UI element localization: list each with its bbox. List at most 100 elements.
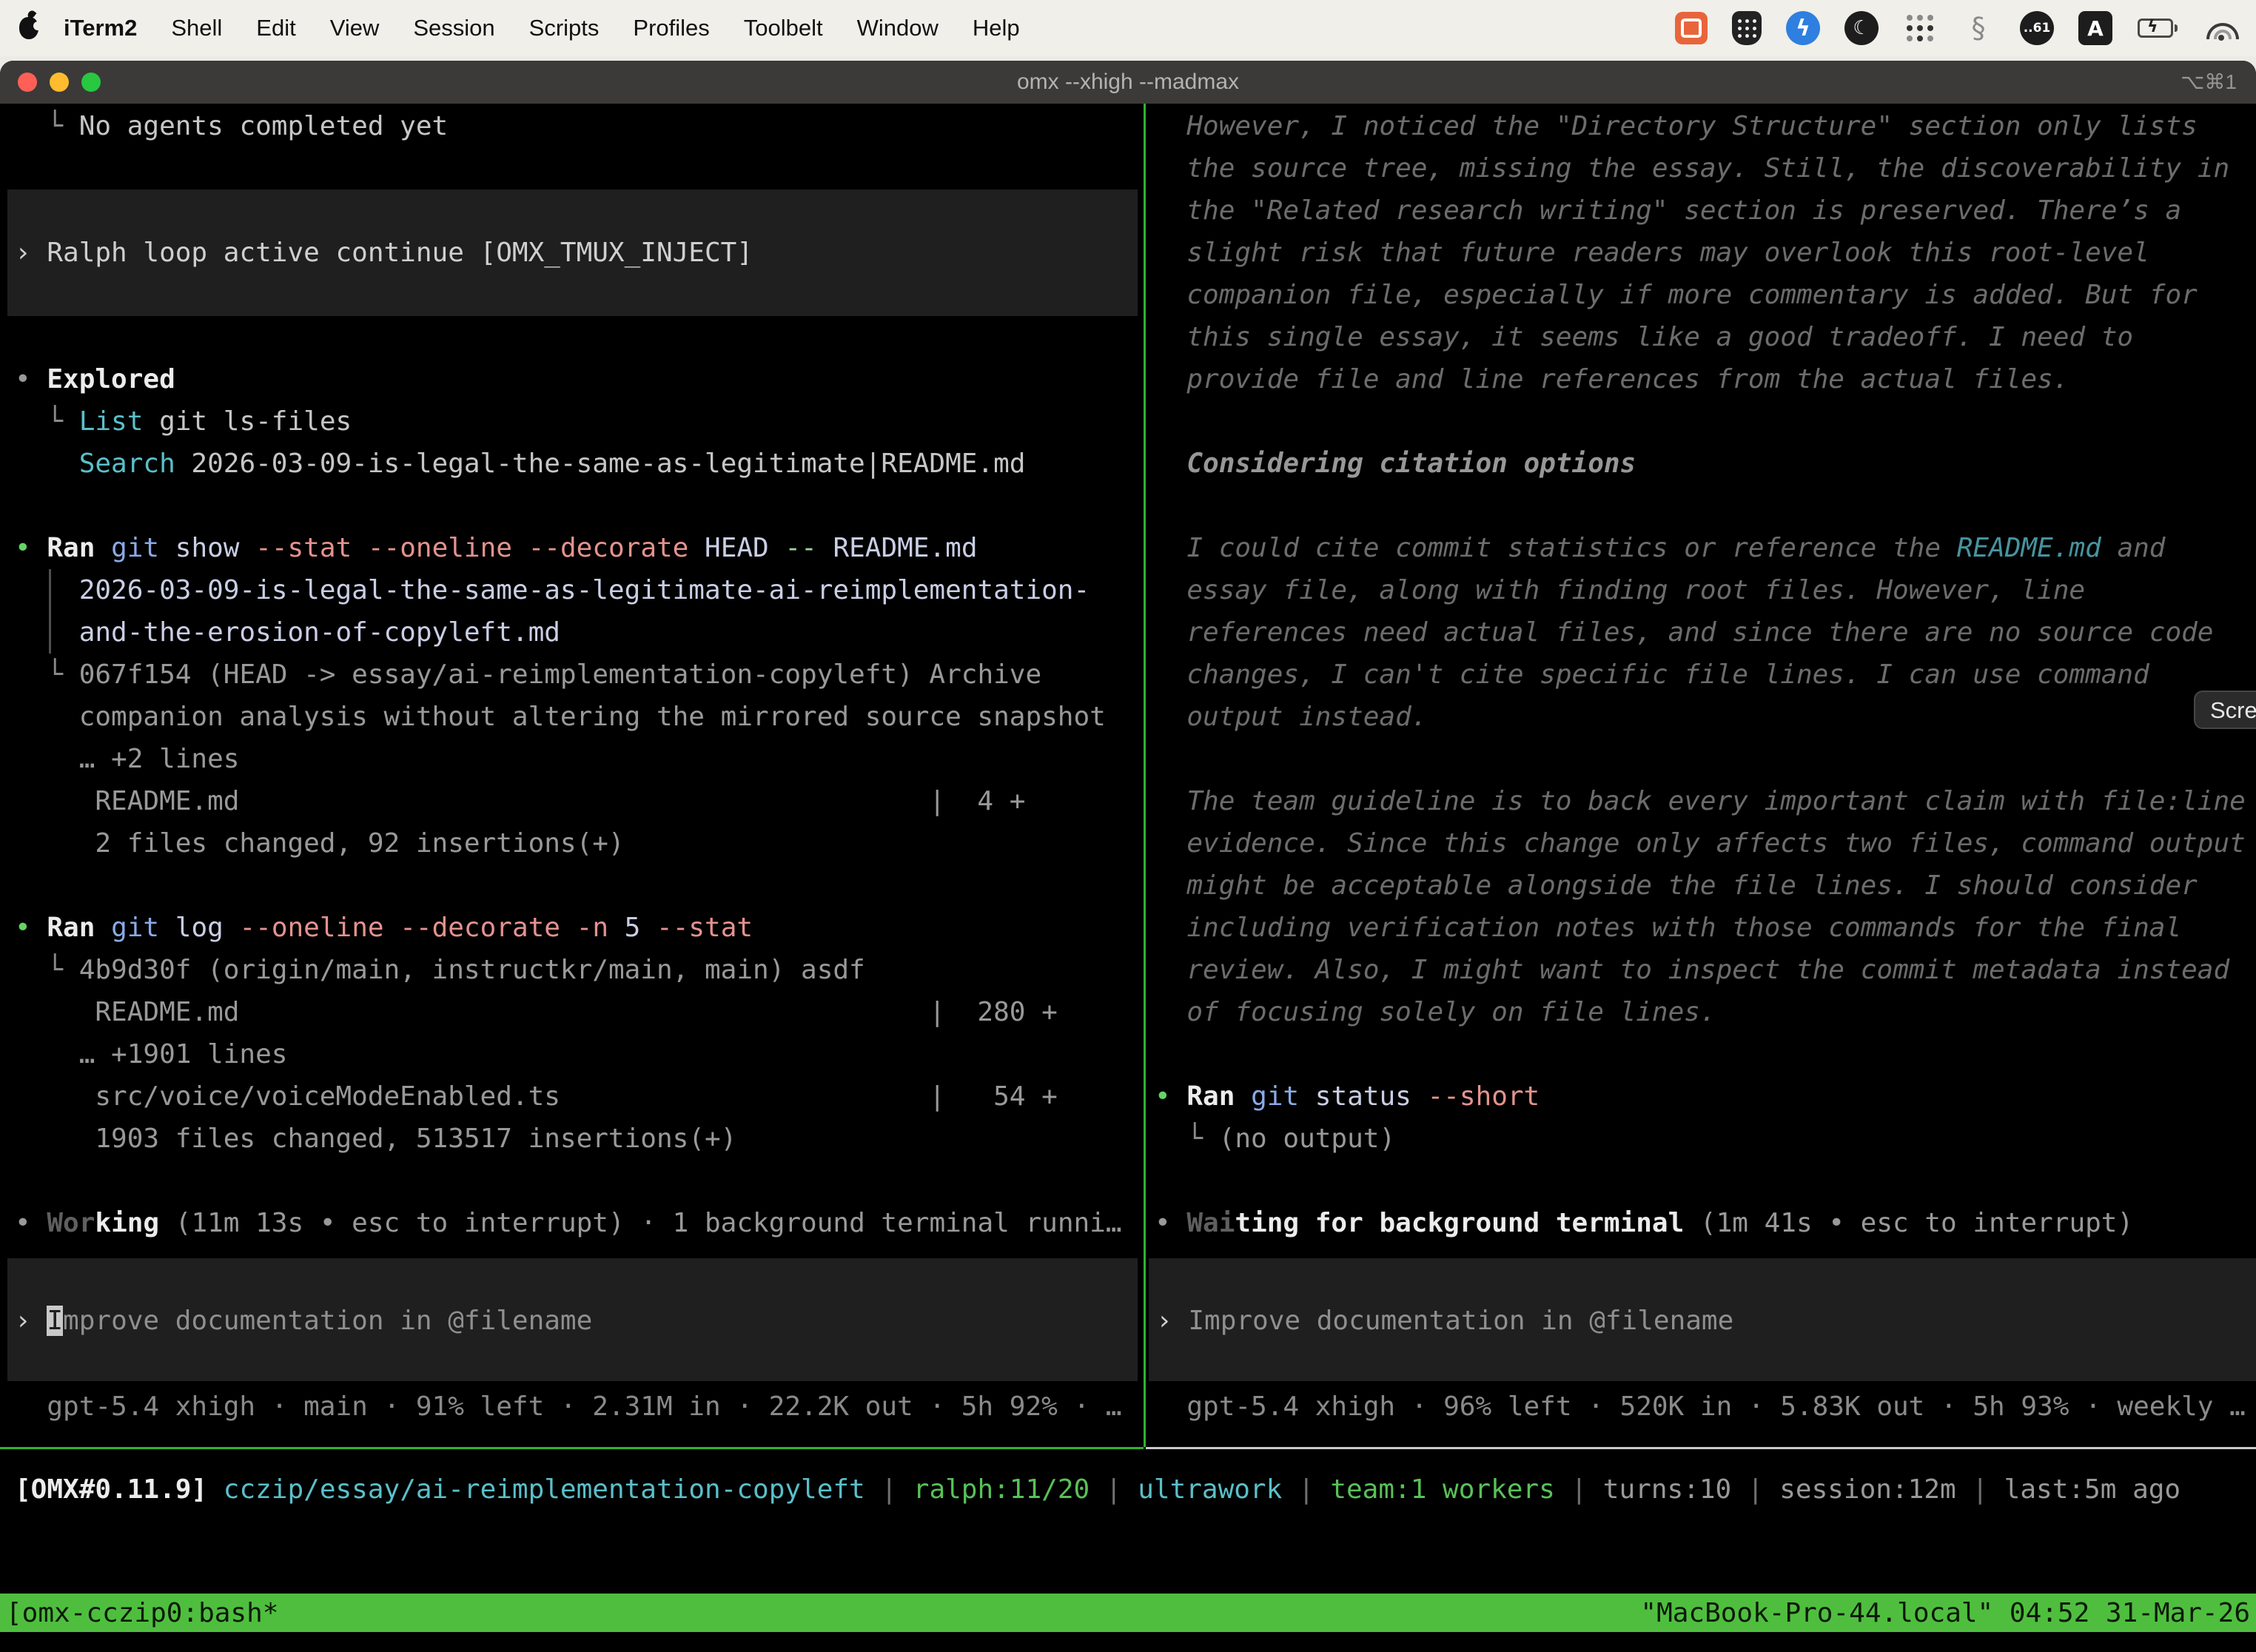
text-segment: List: [79, 406, 144, 437]
text-segment: 067f154 (HEAD -> essay/ai-reimplementati…: [79, 659, 1041, 690]
terminal-line: › Ralph loop active continue [OMX_TMUX_I…: [15, 232, 1138, 274]
text-segment: Ran: [47, 533, 95, 563]
menu-item-window[interactable]: Window: [857, 15, 939, 41]
text-segment: this single essay, it seems like a good …: [1155, 322, 2133, 352]
terminal-line: 2026-03-09-is-legal-the-same-as-legitima…: [15, 569, 1144, 611]
terminal-line: [15, 864, 1144, 907]
right-prompt-input[interactable]: › Improve documentation in @filename: [1149, 1258, 2256, 1381]
text-segment: •: [1155, 1208, 1186, 1238]
text-segment: king: [95, 1208, 159, 1238]
text-segment: --stat: [640, 913, 753, 943]
terminal-line: companion file, especially if more comme…: [1155, 274, 2256, 316]
terminal-line: Search 2026-03-09-is-legal-the-same-as-l…: [15, 443, 1144, 485]
terminal-line: and-the-erosion-of-copyleft.md: [15, 611, 1144, 654]
terminal-line: [1155, 738, 2256, 780]
terminal-line: └ (no output): [1155, 1118, 2256, 1160]
prompt-input-box[interactable]: › Ralph loop active continue [OMX_TMUX_I…: [7, 189, 1138, 316]
percent-badge-icon[interactable]: ..61: [2020, 11, 2054, 45]
screen: iTerm2 Shell Edit View Session Scripts Profile…: [0, 0, 2256, 1652]
tmux-pane-left[interactable]: └ No agents completed yet› Ralph loop ac…: [0, 104, 1144, 1447]
terminal-line: • Ran git log --oneline --decorate -n 5 …: [15, 907, 1144, 949]
shield-grid-icon[interactable]: [1732, 11, 1762, 45]
terminal-line: changes, I can't cite specific file line…: [1155, 654, 2256, 696]
left-pane-transcript: └ No agents completed yet› Ralph loop ac…: [15, 105, 1144, 1244]
text-segment: |: [1090, 1474, 1138, 1505]
terminal-line: [15, 485, 1144, 527]
terminal-line: [OMX#0.11.9] cczip/essay/ai-reimplementa…: [15, 1468, 2256, 1511]
text-segment: Considering citation options: [1155, 449, 1636, 479]
menu-item-toolbelt[interactable]: Toolbelt: [744, 15, 823, 41]
text-segment: git: [111, 913, 159, 943]
menu-item-scripts[interactable]: Scripts: [529, 15, 600, 41]
apple-logo-icon[interactable]: [19, 17, 38, 39]
left-usage-status-line: gpt-5.4 xhigh · main · 91% left · 2.31M …: [0, 1386, 1144, 1428]
text-segment: [95, 533, 111, 563]
menu-item-iterm2[interactable]: iTerm2: [64, 15, 137, 41]
battery-icon[interactable]: ϟ: [2137, 11, 2178, 45]
text-segment: 1903 files changed, 513517 insertions(+): [15, 1124, 736, 1154]
text-segment: Ran: [1186, 1081, 1235, 1112]
chat-bubble-icon[interactable]: [1675, 12, 1708, 44]
text-segment: [15, 449, 79, 479]
text-segment: log: [159, 913, 224, 943]
text-segment: --oneline --decorate: [224, 913, 560, 943]
menu-bar-status-icons: ϟ ☾ § ..61 Aϟ: [1675, 11, 2237, 45]
tmux-pane-right[interactable]: However, I noticed the "Directory Struct…: [1146, 104, 2256, 1447]
text-segment: cczip/essay/ai-reimplementation-copyleft: [224, 1474, 865, 1505]
text-segment: turns:10: [1603, 1474, 1731, 1505]
terminal-line: src/voice/voiceModeEnabled.ts | 54 +: [15, 1075, 1144, 1118]
text-segment: Explored: [47, 364, 175, 394]
terminal-line: • Explored: [15, 358, 1144, 400]
text-segment: 5: [608, 913, 640, 943]
text-segment: |: [1731, 1474, 1779, 1505]
text-segment: |: [1555, 1474, 1603, 1505]
menu-item-profiles[interactable]: Profiles: [633, 15, 709, 41]
text-segment: (no output): [1219, 1124, 1395, 1154]
terminal-line: └ 4b9d30f (origin/main, instructkr/main,…: [15, 949, 1144, 991]
text-segment: README.md: [817, 533, 978, 563]
text-segment: team:1 workers: [1330, 1474, 1554, 1505]
right-usage-status-line: gpt-5.4 xhigh · 96% left · 520K in · 5.8…: [1146, 1386, 2256, 1428]
terminal-line: the source tree, missing the essay. Stil…: [1155, 147, 2256, 189]
text-segment: --stat --oneline --decorate: [239, 533, 688, 563]
menu-item-edit[interactable]: Edit: [256, 15, 295, 41]
text-segment: ›: [1156, 1306, 1188, 1336]
tmux-session-label[interactable]: [omx-cczip0:bash*: [0, 1592, 278, 1634]
text-segment: └: [15, 406, 79, 437]
text-segment: •: [15, 913, 47, 943]
moon-icon[interactable]: ☾: [1844, 11, 1879, 45]
dots-grid-icon[interactable]: [1903, 11, 1937, 45]
terminal-line: However, I noticed the "Directory Struct…: [1155, 105, 2256, 147]
menu-item-session[interactable]: Session: [413, 15, 494, 41]
text-segment: mprove documentation in @filename: [63, 1306, 592, 1336]
text-segment: Improve documentation in @filename: [1188, 1306, 1733, 1336]
terminal-line: companion analysis without altering the …: [15, 696, 1144, 738]
text-segment: •: [15, 1208, 47, 1238]
terminal-line: … +1901 lines: [15, 1033, 1144, 1075]
right-pane-transcript: However, I noticed the "Directory Struct…: [1155, 105, 2256, 1244]
wifi-icon[interactable]: [2203, 11, 2237, 45]
text-segment: … +2 lines: [15, 744, 239, 774]
text-segment: of focusing solely on file lines.: [1155, 997, 1716, 1027]
blue-bolt-icon[interactable]: ϟ: [1786, 11, 1820, 45]
menu-item-view[interactable]: View: [330, 15, 380, 41]
left-prompt-input[interactable]: › Improve documentation in @filename: [7, 1258, 1138, 1381]
input-source-a-icon[interactable]: A: [2078, 11, 2112, 45]
text-segment: Ran: [47, 913, 95, 943]
text-segment: last:5m ago: [2004, 1474, 2181, 1505]
squiggle-icon[interactable]: §: [1961, 11, 1995, 45]
text-segment: ultrawork: [1138, 1474, 1282, 1505]
terminal-line: • Ran git show --stat --oneline --decora…: [15, 527, 1144, 569]
terminal-line: └ List git ls-files: [15, 400, 1144, 443]
text-segment: (1m 41s • esc to interrupt): [1684, 1208, 2133, 1238]
terminal-line: references need actual files, and since …: [1155, 611, 2256, 654]
menu-item-help[interactable]: Help: [973, 15, 1020, 41]
tree-connector-line: [49, 569, 51, 654]
menu-item-shell[interactable]: Shell: [171, 15, 222, 41]
text-segment: •: [15, 533, 47, 563]
squiggle-glyph: §: [1972, 12, 1986, 44]
text-segment: ralph:11/20: [913, 1474, 1090, 1505]
text-segment: [OMX#0.11.9]: [15, 1474, 207, 1505]
window-titlebar[interactable]: omx --xhigh --madmax ⌥⌘1: [0, 61, 2256, 104]
text-segment: Wor: [47, 1208, 95, 1238]
